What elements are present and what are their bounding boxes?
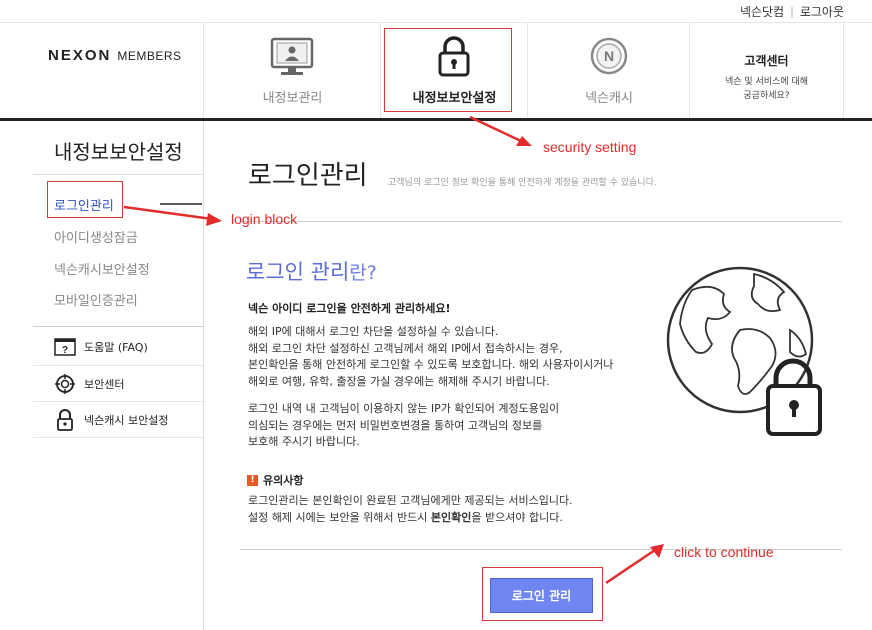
globe-lock-icon bbox=[666, 266, 822, 436]
nexon-com-link[interactable]: 넥슨닷컴 bbox=[740, 3, 784, 20]
nav-customer-center[interactable]: 고객센터 넥슨 및 서비스에 대해 궁금하세요? bbox=[689, 22, 844, 118]
caution-post: 을 받으셔야 합니다. bbox=[471, 510, 563, 524]
sidebar-title: 내정보보안설정 bbox=[54, 140, 183, 164]
para2-line: 의심되는 경우에는 먼저 비밀번호변경을 통하여 고객님의 정보를 bbox=[248, 418, 543, 432]
faq-label: 도움말 (FAQ) bbox=[84, 341, 148, 354]
para2-line: 보호해 주시기 바랍니다. bbox=[248, 435, 360, 448]
sidebar-link-security-center[interactable]: 보안센터 bbox=[54, 370, 124, 398]
sidebar-link-faq[interactable]: ? 도움말 (FAQ) bbox=[54, 333, 148, 361]
utility-separator: | bbox=[790, 4, 794, 18]
customer-center-desc: 넥슨 및 서비스에 대해 궁금하세요? bbox=[690, 75, 843, 103]
arrowhead-security bbox=[516, 136, 532, 146]
login-highlight-box bbox=[47, 181, 123, 218]
arrow-continue bbox=[605, 548, 656, 585]
utility-bar: 넥슨닷컴 | 로그아웃 bbox=[740, 0, 844, 22]
arrowhead-continue bbox=[650, 544, 664, 558]
sidebar-separator bbox=[33, 401, 203, 402]
logo-brand: NEXON bbox=[48, 47, 112, 64]
overseas-ip-paragraph: 해외 IP에 대해서 로그인 차단을 설정하실 수 있습니다. 해외 로그인 차… bbox=[248, 324, 688, 390]
para1-line: 해외 로그인 차단 설정하신 고객님께서 해외 IP에서 접속하시는 경우, bbox=[248, 341, 563, 355]
caution-paragraph: 로그인관리는 본인확인이 완료된 고객님에게만 제공되는 서비스입니다. 설정 … bbox=[248, 493, 728, 526]
annotation-login-block: login block bbox=[231, 211, 298, 227]
main-divider bbox=[240, 221, 842, 222]
security-center-label: 보안센터 bbox=[84, 378, 125, 391]
sidebar-divider-2 bbox=[33, 326, 203, 327]
cs-desc-line2: 궁금하세요? bbox=[743, 91, 790, 101]
nexon-members-logo[interactable]: NEXON MEMBERS bbox=[48, 47, 182, 65]
nav-my-info[interactable]: 내정보관리 bbox=[203, 22, 381, 118]
cs-desc-line1: 넥슨 및 서비스에 대해 bbox=[724, 77, 809, 87]
target-icon bbox=[54, 373, 76, 395]
nexon-cash-coin-icon: N bbox=[590, 37, 628, 75]
sidebar-link-cash-security[interactable]: 넥슨캐시 보안설정 bbox=[54, 406, 168, 434]
warning-icon: ! bbox=[247, 474, 258, 486]
svg-text:?: ? bbox=[62, 345, 68, 356]
nav-my-info-label: 내정보관리 bbox=[262, 91, 323, 106]
page-description: 고객님의 로그인 정보 확인을 통해 안전하게 계정을 관리할 수 있습니다. bbox=[388, 178, 657, 188]
sidebar-separator bbox=[33, 437, 203, 438]
nav-cash-label: 넥슨캐시 bbox=[585, 91, 633, 106]
monitor-user-icon bbox=[270, 37, 314, 75]
annotation-security-setting: security setting bbox=[543, 139, 637, 155]
lock-icon bbox=[54, 409, 76, 431]
para1-line: 본인확인을 통해 안전하게 로그인할 수 있도록 보호합니다. 해외 사용자이시… bbox=[248, 358, 614, 371]
sidebar-divider bbox=[33, 174, 203, 175]
section-title-main: 로그인 관리 bbox=[246, 260, 350, 284]
caution-title: 유의사항 bbox=[263, 474, 304, 487]
sidebar-separator bbox=[33, 365, 203, 366]
page-title: 로그인관리 bbox=[248, 161, 368, 191]
annotation-click-to-continue: click to continue bbox=[674, 544, 774, 560]
faq-icon: ? bbox=[54, 336, 76, 358]
arrowhead-login bbox=[206, 213, 222, 226]
caution-line2: 설정 해제 시에는 보안을 위해서 반드시 본인확인을 받으셔야 합니다. bbox=[248, 510, 728, 527]
customer-center-title: 고객센터 bbox=[744, 54, 789, 68]
section-title: 로그인 관리란? bbox=[246, 256, 377, 286]
para2-line: 로그인 내역 내 고객님이 이용하지 않는 IP가 확인되어 계정도용임이 bbox=[248, 402, 560, 415]
caution-pre: 설정 해제 시에는 보안을 위해서 반드시 bbox=[248, 510, 431, 524]
security-highlight-box bbox=[384, 28, 512, 112]
logo-sub: MEMBERS bbox=[117, 49, 182, 63]
sidebar-item-cash-security[interactable]: 넥슨캐시보안설정 bbox=[54, 259, 150, 278]
sidebar-item-mobile-auth[interactable]: 모바일인증관리 bbox=[54, 290, 138, 309]
para1-line: 해외로 여행, 유학, 출장을 가실 경우에는 해제해 주시기 바랍니다. bbox=[248, 374, 550, 388]
para1-line: 해외 IP에 대해서 로그인 차단을 설정하실 수 있습니다. bbox=[248, 325, 499, 338]
caution-heading: ! 유의사항 bbox=[247, 472, 303, 488]
nav-nexon-cash[interactable]: N 넥슨캐시 bbox=[527, 22, 690, 118]
login-management-button[interactable]: 로그인 관리 bbox=[490, 578, 593, 613]
cash-security-label: 넥슨캐시 보안설정 bbox=[84, 414, 169, 427]
caution-bold: 본인확인 bbox=[430, 510, 472, 524]
sidebar-item-id-creation-lock[interactable]: 아이디생성잠금 bbox=[54, 227, 138, 246]
intro-heading: 넥슨 아이디 로그인을 안전하게 관리하세요! bbox=[248, 302, 451, 315]
logout-link[interactable]: 로그아웃 bbox=[800, 3, 844, 20]
caution-line1: 로그인관리는 본인확인이 완료된 고객님에게만 제공되는 서비스입니다. bbox=[248, 494, 573, 507]
login-history-paragraph: 로그인 내역 내 고객님이 이용하지 않는 IP가 확인되어 계정도용임이 의심… bbox=[248, 401, 688, 451]
section-title-suffix: 란? bbox=[349, 262, 377, 284]
svg-text:N: N bbox=[604, 48, 614, 64]
